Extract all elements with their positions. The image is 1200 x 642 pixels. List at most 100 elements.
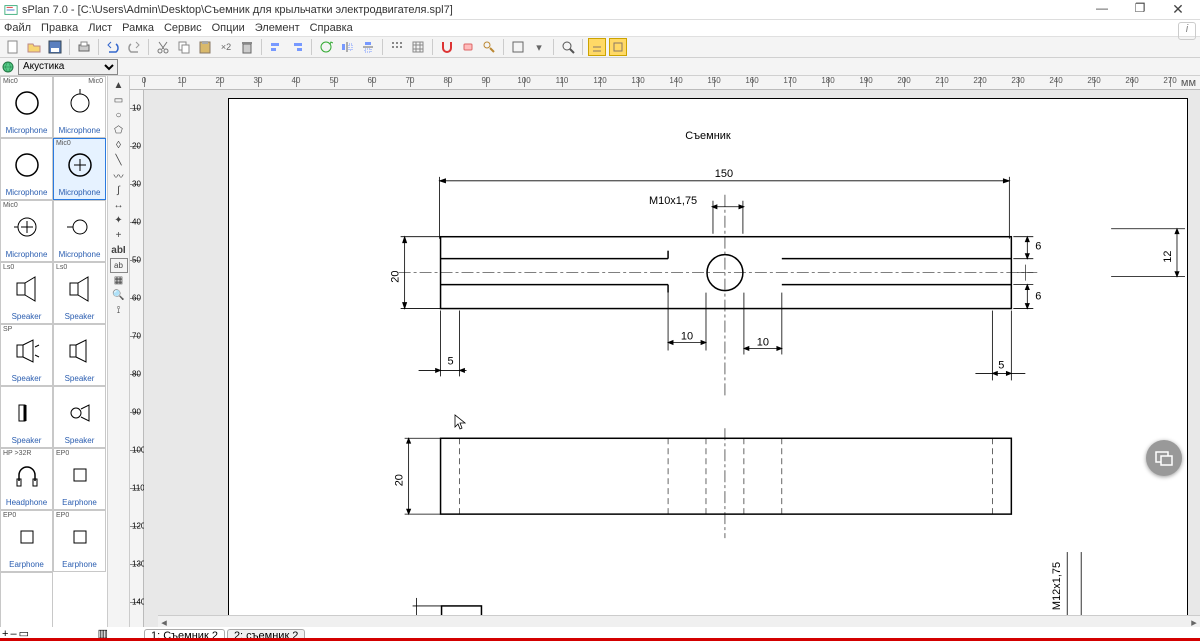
layers2-button[interactable]: ▾ — [530, 38, 548, 56]
menu-frame[interactable]: Рамка — [122, 22, 154, 34]
rubber-button[interactable] — [459, 38, 477, 56]
dim-thread2: M12x1,75 — [1051, 562, 1063, 610]
palette-item-15[interactable]: EP0Earphone — [53, 510, 106, 572]
image-tool[interactable]: ▦ — [110, 273, 128, 288]
library-selector[interactable]: Акустика — [18, 59, 118, 75]
dim-10l: 10 — [681, 330, 693, 342]
redo-button[interactable] — [125, 38, 143, 56]
globe-icon — [2, 61, 14, 73]
drawing-title: Съемник — [685, 130, 731, 142]
zoom-tool[interactable]: 🔍 — [110, 288, 128, 303]
h-scrollbar[interactable]: ◂ ▸ — [158, 615, 1200, 627]
x2-button[interactable]: ×2 — [217, 38, 235, 56]
symbol-palette: Mic0MicrophoneMic0MicrophoneMicrophoneMi… — [0, 76, 108, 627]
menu-service[interactable]: Сервис — [164, 22, 202, 34]
rect-tool[interactable]: ▭ — [110, 93, 128, 108]
dim-10r: 10 — [757, 336, 769, 348]
curve-tool[interactable]: 〰 — [110, 168, 128, 183]
mirror-v-button[interactable] — [359, 38, 377, 56]
grid-button[interactable] — [409, 38, 427, 56]
print-button[interactable] — [75, 38, 93, 56]
zoom-fit-button[interactable] — [559, 38, 577, 56]
palette-item-8[interactable]: SPSpeaker — [0, 324, 53, 386]
palette-item-14[interactable]: EP0Earphone — [0, 510, 53, 572]
palette-item-7[interactable]: Ls0Speaker — [53, 262, 106, 324]
palette-item-16[interactable] — [0, 572, 53, 627]
magnet-button[interactable] — [438, 38, 456, 56]
menu-edit[interactable]: Правка — [41, 22, 78, 34]
dim-20a: 20 — [390, 271, 402, 283]
palette-item-2[interactable]: Microphone — [0, 138, 53, 200]
node-tool[interactable]: ✦ — [110, 213, 128, 228]
copy-button[interactable] — [175, 38, 193, 56]
align-l-button[interactable] — [267, 38, 285, 56]
dim-20b: 20 — [394, 474, 406, 486]
toolbar: ×2 ▾ — [0, 36, 1200, 58]
palette-item-9[interactable]: Speaker — [53, 324, 106, 386]
menu-sheet[interactable]: Лист — [88, 22, 112, 34]
menu-help[interactable]: Справка — [310, 22, 353, 34]
measure-tool[interactable]: ⟟ — [110, 303, 128, 318]
maximize-button[interactable]: ❐ — [1128, 1, 1152, 18]
circle-tool[interactable]: ○ — [110, 108, 128, 123]
snap-button[interactable] — [388, 38, 406, 56]
text-tool[interactable]: abI — [110, 243, 128, 258]
undo-button[interactable] — [104, 38, 122, 56]
dim-12: 12 — [1162, 251, 1174, 263]
pixel-info[interactable]: i — [1178, 22, 1196, 40]
highlight1-button[interactable] — [588, 38, 606, 56]
pointer-tool[interactable]: ▲ — [110, 78, 128, 93]
ruler-unit: мм — [1181, 77, 1196, 89]
palette-item-3[interactable]: Mic0Microphone — [53, 138, 106, 200]
poly-tool[interactable]: ⬠ — [110, 123, 128, 138]
drawing-page: Съемник 150 M10x1,75 — [228, 98, 1188, 618]
align-r-button[interactable] — [288, 38, 306, 56]
menu-file[interactable]: Файл — [4, 22, 31, 34]
dim-6t: 6 — [1035, 241, 1041, 253]
palette-item-12[interactable]: HP >32RHeadphone — [0, 448, 53, 510]
palette-item-5[interactable]: Microphone — [53, 200, 106, 262]
open-button[interactable] — [25, 38, 43, 56]
palette-item-10[interactable]: Speaker — [0, 386, 53, 448]
rotate-button[interactable] — [317, 38, 335, 56]
point-tool[interactable]: + — [110, 228, 128, 243]
palette-item-4[interactable]: Mic0Microphone — [0, 200, 53, 262]
canvas[interactable]: Съемник 150 M10x1,75 — [144, 90, 1200, 627]
line-tool[interactable]: ╲ — [110, 153, 128, 168]
titlebar: sPlan 7.0 - [C:\Users\Admin\Desktop\Съем… — [0, 0, 1200, 20]
palette-item-13[interactable]: EP0Earphone — [53, 448, 106, 510]
paste-button[interactable] — [196, 38, 214, 56]
dim-6b: 6 — [1035, 291, 1041, 303]
dimension-tool[interactable]: ↔ — [110, 198, 128, 213]
bezier-tool[interactable]: ∫ — [110, 183, 128, 198]
minimize-button[interactable]: — — [1090, 1, 1114, 18]
dim-150: 150 — [715, 168, 733, 180]
dim-5r: 5 — [998, 359, 1004, 371]
palette-item-6[interactable]: Ls0Speaker — [0, 262, 53, 324]
delete-button[interactable] — [238, 38, 256, 56]
find-button[interactable] — [480, 38, 498, 56]
ruler-horizontal: мм 0102030405060708090100110120130140150… — [130, 76, 1200, 90]
drawing: Съемник 150 M10x1,75 — [229, 99, 1187, 618]
library-row: Акустика — [0, 58, 1200, 76]
palette-item-0[interactable]: Mic0Microphone — [0, 76, 53, 138]
save-button[interactable] — [46, 38, 64, 56]
dim-thread1: M10x1,75 — [649, 195, 697, 207]
cursor-icon — [454, 414, 466, 430]
app-title: sPlan 7.0 - [C:\Users\Admin\Desktop\Съем… — [22, 4, 453, 16]
special-tool[interactable]: ◊ — [110, 138, 128, 153]
dim-5l: 5 — [447, 355, 453, 367]
highlight2-button[interactable] — [609, 38, 627, 56]
palette-item-11[interactable]: Speaker — [53, 386, 106, 448]
new-button[interactable] — [4, 38, 22, 56]
text2-tool[interactable]: ab — [110, 258, 128, 273]
ruler-vertical: 102030405060708090100110120130140 — [130, 90, 144, 627]
close-button[interactable]: ✕ — [1166, 1, 1190, 18]
layers-button[interactable] — [509, 38, 527, 56]
mirror-h-button[interactable] — [338, 38, 356, 56]
cut-button[interactable] — [154, 38, 172, 56]
palette-item-1[interactable]: Mic0Microphone — [53, 76, 106, 138]
menu-options[interactable]: Опции — [212, 22, 245, 34]
menu-element[interactable]: Элемент — [255, 22, 300, 34]
floating-action[interactable] — [1146, 440, 1182, 476]
